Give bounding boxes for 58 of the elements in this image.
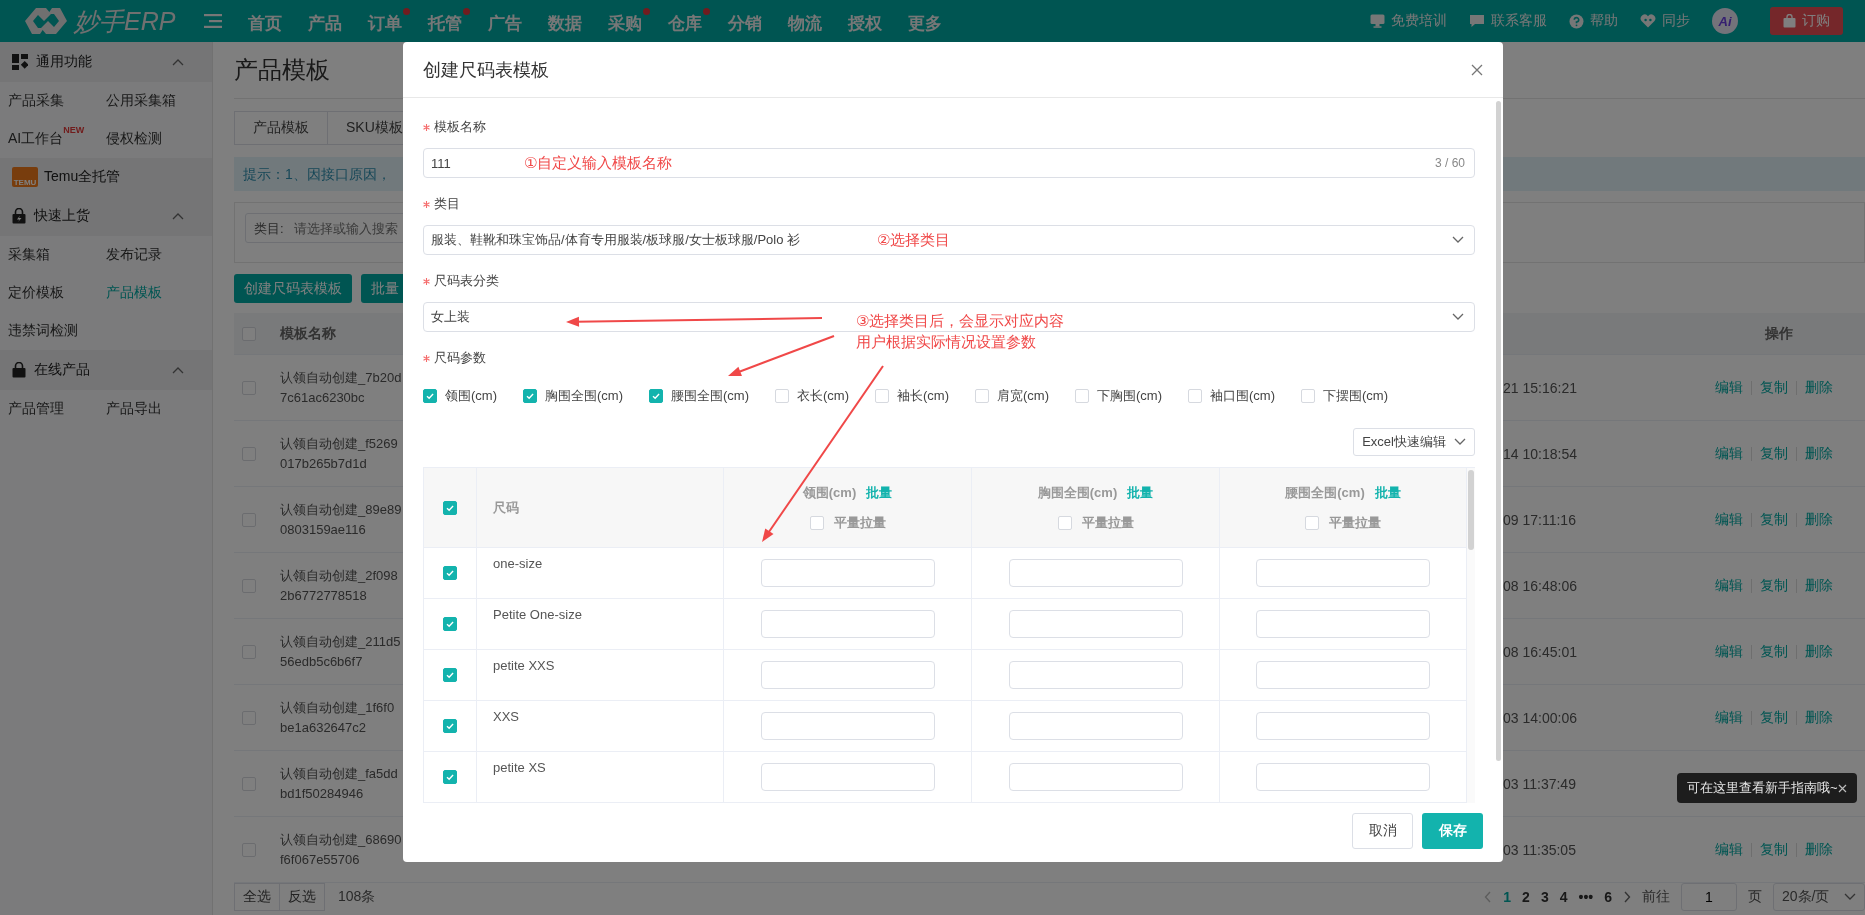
checkbox-label: 袖口围(cm): [1210, 387, 1275, 405]
total-count: 108条: [338, 888, 376, 906]
page-title: 产品模板: [234, 55, 330, 85]
field-label: 类目: [434, 195, 460, 213]
annotation-text: 用户根据实际情况设置参数: [856, 332, 1037, 352]
size-name: one-size: [493, 556, 543, 571]
time-cell: 08 16:48:06: [1503, 577, 1577, 594]
column-header: 胸围全围(cm): [1037, 483, 1118, 502]
checkbox-label: 领围(cm): [445, 387, 497, 405]
template-name: 认领自动创建_1f6f0 be1a632647c2: [280, 698, 396, 737]
annotation-text: ①自定义输入模板名称: [524, 153, 673, 173]
template-name: 认领自动创建_f5269 017b265b7d1d: [280, 434, 399, 473]
checkbox-label: 胸围全围(cm): [545, 387, 623, 405]
page-unit: 页: [1748, 888, 1762, 906]
template-name: 认领自动创建_fa5dd bd1f50284946: [280, 764, 399, 803]
checkbox-label: 衣长(cm): [797, 387, 849, 405]
size-name: petite XXS: [493, 658, 555, 673]
field-label: 尺码表分类: [434, 272, 499, 290]
size-name: XXS: [493, 709, 519, 724]
checkbox-label: 下摆围(cm): [1323, 387, 1388, 405]
dialog-title: 创建尺码表模板: [423, 58, 549, 82]
checkbox-label: 平量拉量: [1329, 513, 1381, 532]
logo-text: 妙手ERP: [74, 5, 176, 37]
checkbox-label: 下胸围(cm): [1097, 387, 1162, 405]
time-cell: 21 15:16:21: [1503, 379, 1577, 396]
time-cell: 03 11:37:49: [1503, 775, 1576, 792]
goto-label: 前往: [1642, 888, 1670, 906]
column-header: 操作: [1764, 324, 1794, 343]
template-name: 认领自动创建_2f098 2b6772778518: [280, 566, 399, 605]
annotation-text: ②选择类目: [877, 230, 951, 250]
field-label: 尺码参数: [434, 349, 486, 367]
template-name: 认领自动创建_89e89 0803159ae116: [280, 500, 403, 539]
checkbox-label: 腰围全围(cm): [671, 387, 749, 405]
size-name: petite XS: [493, 760, 546, 775]
temu-logo: TEMU: [12, 167, 38, 187]
character-counter: 3 / 60: [1434, 156, 1465, 170]
checkbox-label: 平量拉量: [1081, 513, 1134, 532]
template-name: 认领自动创建_7b20d 7c61ac6230bc: [280, 368, 403, 407]
template-name: 认领自动创建_211d5 56edb5c6b6f7: [280, 632, 402, 671]
checkbox-label: 平量拉量: [833, 513, 886, 532]
checkbox-label: 肩宽(cm): [997, 387, 1049, 405]
template-name: 认领自动创建_68690 f6f067e55706: [280, 830, 403, 869]
annotation-text: ③选择类目后，会显示对应内容: [856, 311, 1065, 331]
time-cell: 03 11:35:05: [1503, 841, 1576, 858]
tooltip-text: 可在这里查看新手指南哦~: [1687, 779, 1838, 797]
time-cell: 09 17:11:16: [1503, 511, 1576, 528]
checkbox-label: 袖长(cm): [897, 387, 949, 405]
column-header: 模板名称: [280, 324, 337, 343]
size-name: Petite One-size: [493, 607, 582, 622]
time-cell: 03 14:00:06: [1503, 709, 1577, 726]
time-cell: 08 16:45:01: [1503, 643, 1577, 660]
filter-label: 类目:: [254, 220, 284, 238]
column-header: 领围(cm): [802, 483, 857, 502]
column-header: 尺码: [493, 498, 519, 517]
time-cell: 14 10:18:54: [1503, 445, 1577, 462]
column-header: 腰围全围(cm): [1285, 483, 1365, 502]
new-label: NEW: [63, 125, 85, 135]
field-label: 模板名称: [434, 118, 486, 136]
